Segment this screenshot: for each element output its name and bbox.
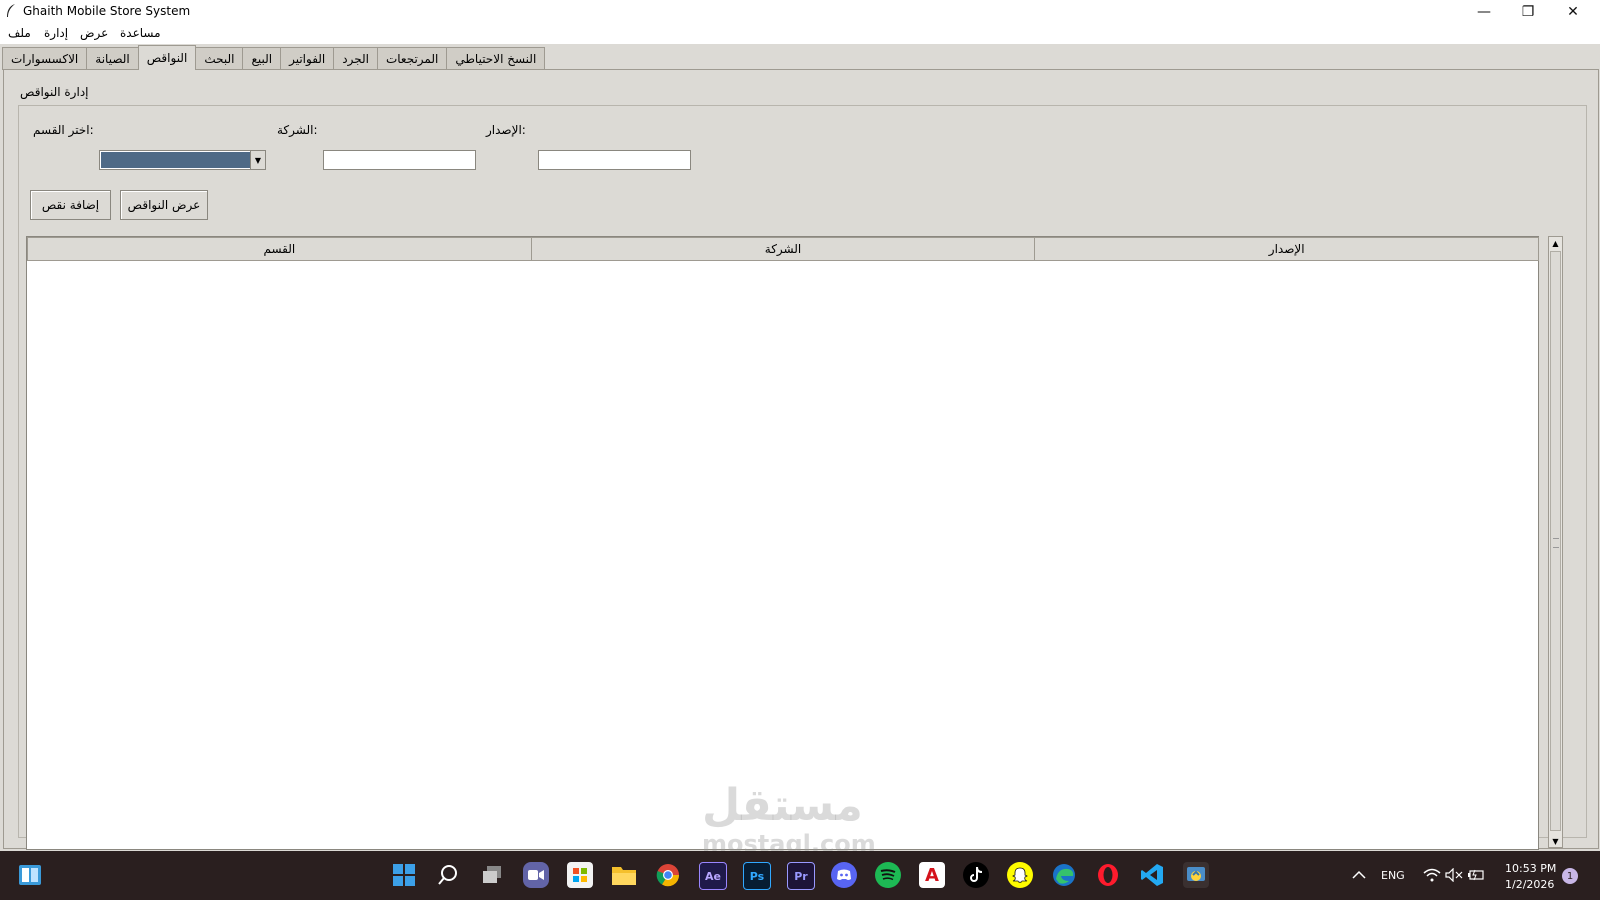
tab-backup[interactable]: النسخ الاحتياطي [446,47,546,70]
company-label: الشركة: [277,123,318,137]
discord-icon[interactable] [831,862,857,888]
scroll-up-icon[interactable]: ▲ [1549,237,1562,249]
maximize-button[interactable]: ❐ [1505,0,1551,24]
chevron-down-icon[interactable]: ▼ [250,151,265,169]
clock-time[interactable]: 10:53 PM [1505,862,1556,875]
frame-title: إدارة النواقص [18,85,91,99]
clock-date[interactable]: 1/2/2026 [1505,878,1554,891]
company-input[interactable] [323,150,476,170]
vscode-icon[interactable] [1139,862,1165,888]
window-title: Ghaith Mobile Store System [23,4,191,18]
premiere-icon[interactable]: Pr [787,862,815,890]
table-header: القسم الشركة الإصدار [27,237,1540,261]
shortages-table[interactable]: القسم الشركة الإصدار [26,236,1540,850]
tab-returns[interactable]: المرتجعات [376,47,448,70]
watermark-logo: مستقل [702,780,863,831]
column-header-version[interactable]: الإصدار [1034,237,1540,261]
menu-view[interactable]: عرض [80,26,108,40]
tab-search[interactable]: البحث [195,47,244,70]
category-label: اختر القسم: [33,123,94,137]
photoshop-icon[interactable]: Ps [743,862,771,890]
column-header-category[interactable]: القسم [27,237,532,261]
edge-icon[interactable] [1051,862,1077,888]
acrobat-icon[interactable]: A [919,862,945,888]
version-label: الإصدار: [486,123,526,137]
menu-manage[interactable]: إدارة [44,26,68,40]
version-input[interactable] [538,150,691,170]
minimize-button[interactable]: — [1461,0,1507,24]
snapchat-icon[interactable] [1007,862,1033,888]
search-icon[interactable] [435,862,461,888]
menu-file[interactable]: ملف [8,26,31,40]
chevron-up-icon[interactable] [1346,862,1372,888]
teams-icon[interactable] [523,862,549,888]
after-effects-icon[interactable]: Ae [699,862,727,890]
taskbar: Ae Ps Pr A ENG 10:53 PM 1/2/2026 [0,851,1600,900]
menu-help[interactable]: مساعدة [120,26,161,40]
grip-icon [1553,538,1559,548]
tab-shortages[interactable]: النواقص [137,45,197,70]
column-header-company[interactable]: الشركة [530,237,1036,261]
tab-sales[interactable]: البيع [242,47,282,70]
tiktok-icon[interactable] [963,862,989,888]
file-explorer-icon[interactable] [611,862,637,888]
category-combobox[interactable]: ▼ [99,150,266,170]
widgets-icon[interactable] [17,862,43,888]
battery-icon[interactable] [1463,862,1489,888]
scrollbar-thumb[interactable] [1550,251,1561,831]
language-indicator[interactable]: ENG [1381,869,1405,882]
shortages-page: اختر القسم: ▼ الشركة: الإصدار: إضافة نقص… [3,69,1599,850]
feather-icon [7,4,15,17]
tab-invoices[interactable]: الفواتير [280,47,335,70]
show-shortages-button[interactable]: عرض النواقص [120,190,208,220]
python-icon[interactable] [1183,862,1209,888]
chrome-icon[interactable] [655,862,681,888]
add-shortage-button[interactable]: إضافة نقص [30,190,111,220]
notification-badge[interactable]: 1 [1562,868,1578,884]
windows-start-icon[interactable] [391,862,417,888]
menu-bar: مساعدة عرض إدارة ملف [0,24,1600,44]
tab-accessories[interactable]: الاكسسوارات [2,47,88,70]
opera-icon[interactable] [1095,862,1121,888]
vertical-scrollbar[interactable]: ▲ ▼ [1548,236,1563,848]
task-view-icon[interactable] [479,862,505,888]
title-bar: Ghaith Mobile Store System — ❐ ✕ [0,0,1600,24]
scroll-down-icon[interactable]: ▼ [1549,835,1562,847]
tab-inventory[interactable]: الجرد [333,47,378,70]
shortages-frame: اختر القسم: ▼ الشركة: الإصدار: إضافة نقص… [18,105,1587,850]
spotify-icon[interactable] [875,862,901,888]
category-selected-value [101,152,251,168]
tab-maintenance[interactable]: الصيانة [86,47,139,70]
tab-bar: الاكسسوارات الصيانة النواقص البحث البيع … [2,45,546,70]
store-icon[interactable] [567,862,593,888]
close-button[interactable]: ✕ [1550,0,1596,24]
